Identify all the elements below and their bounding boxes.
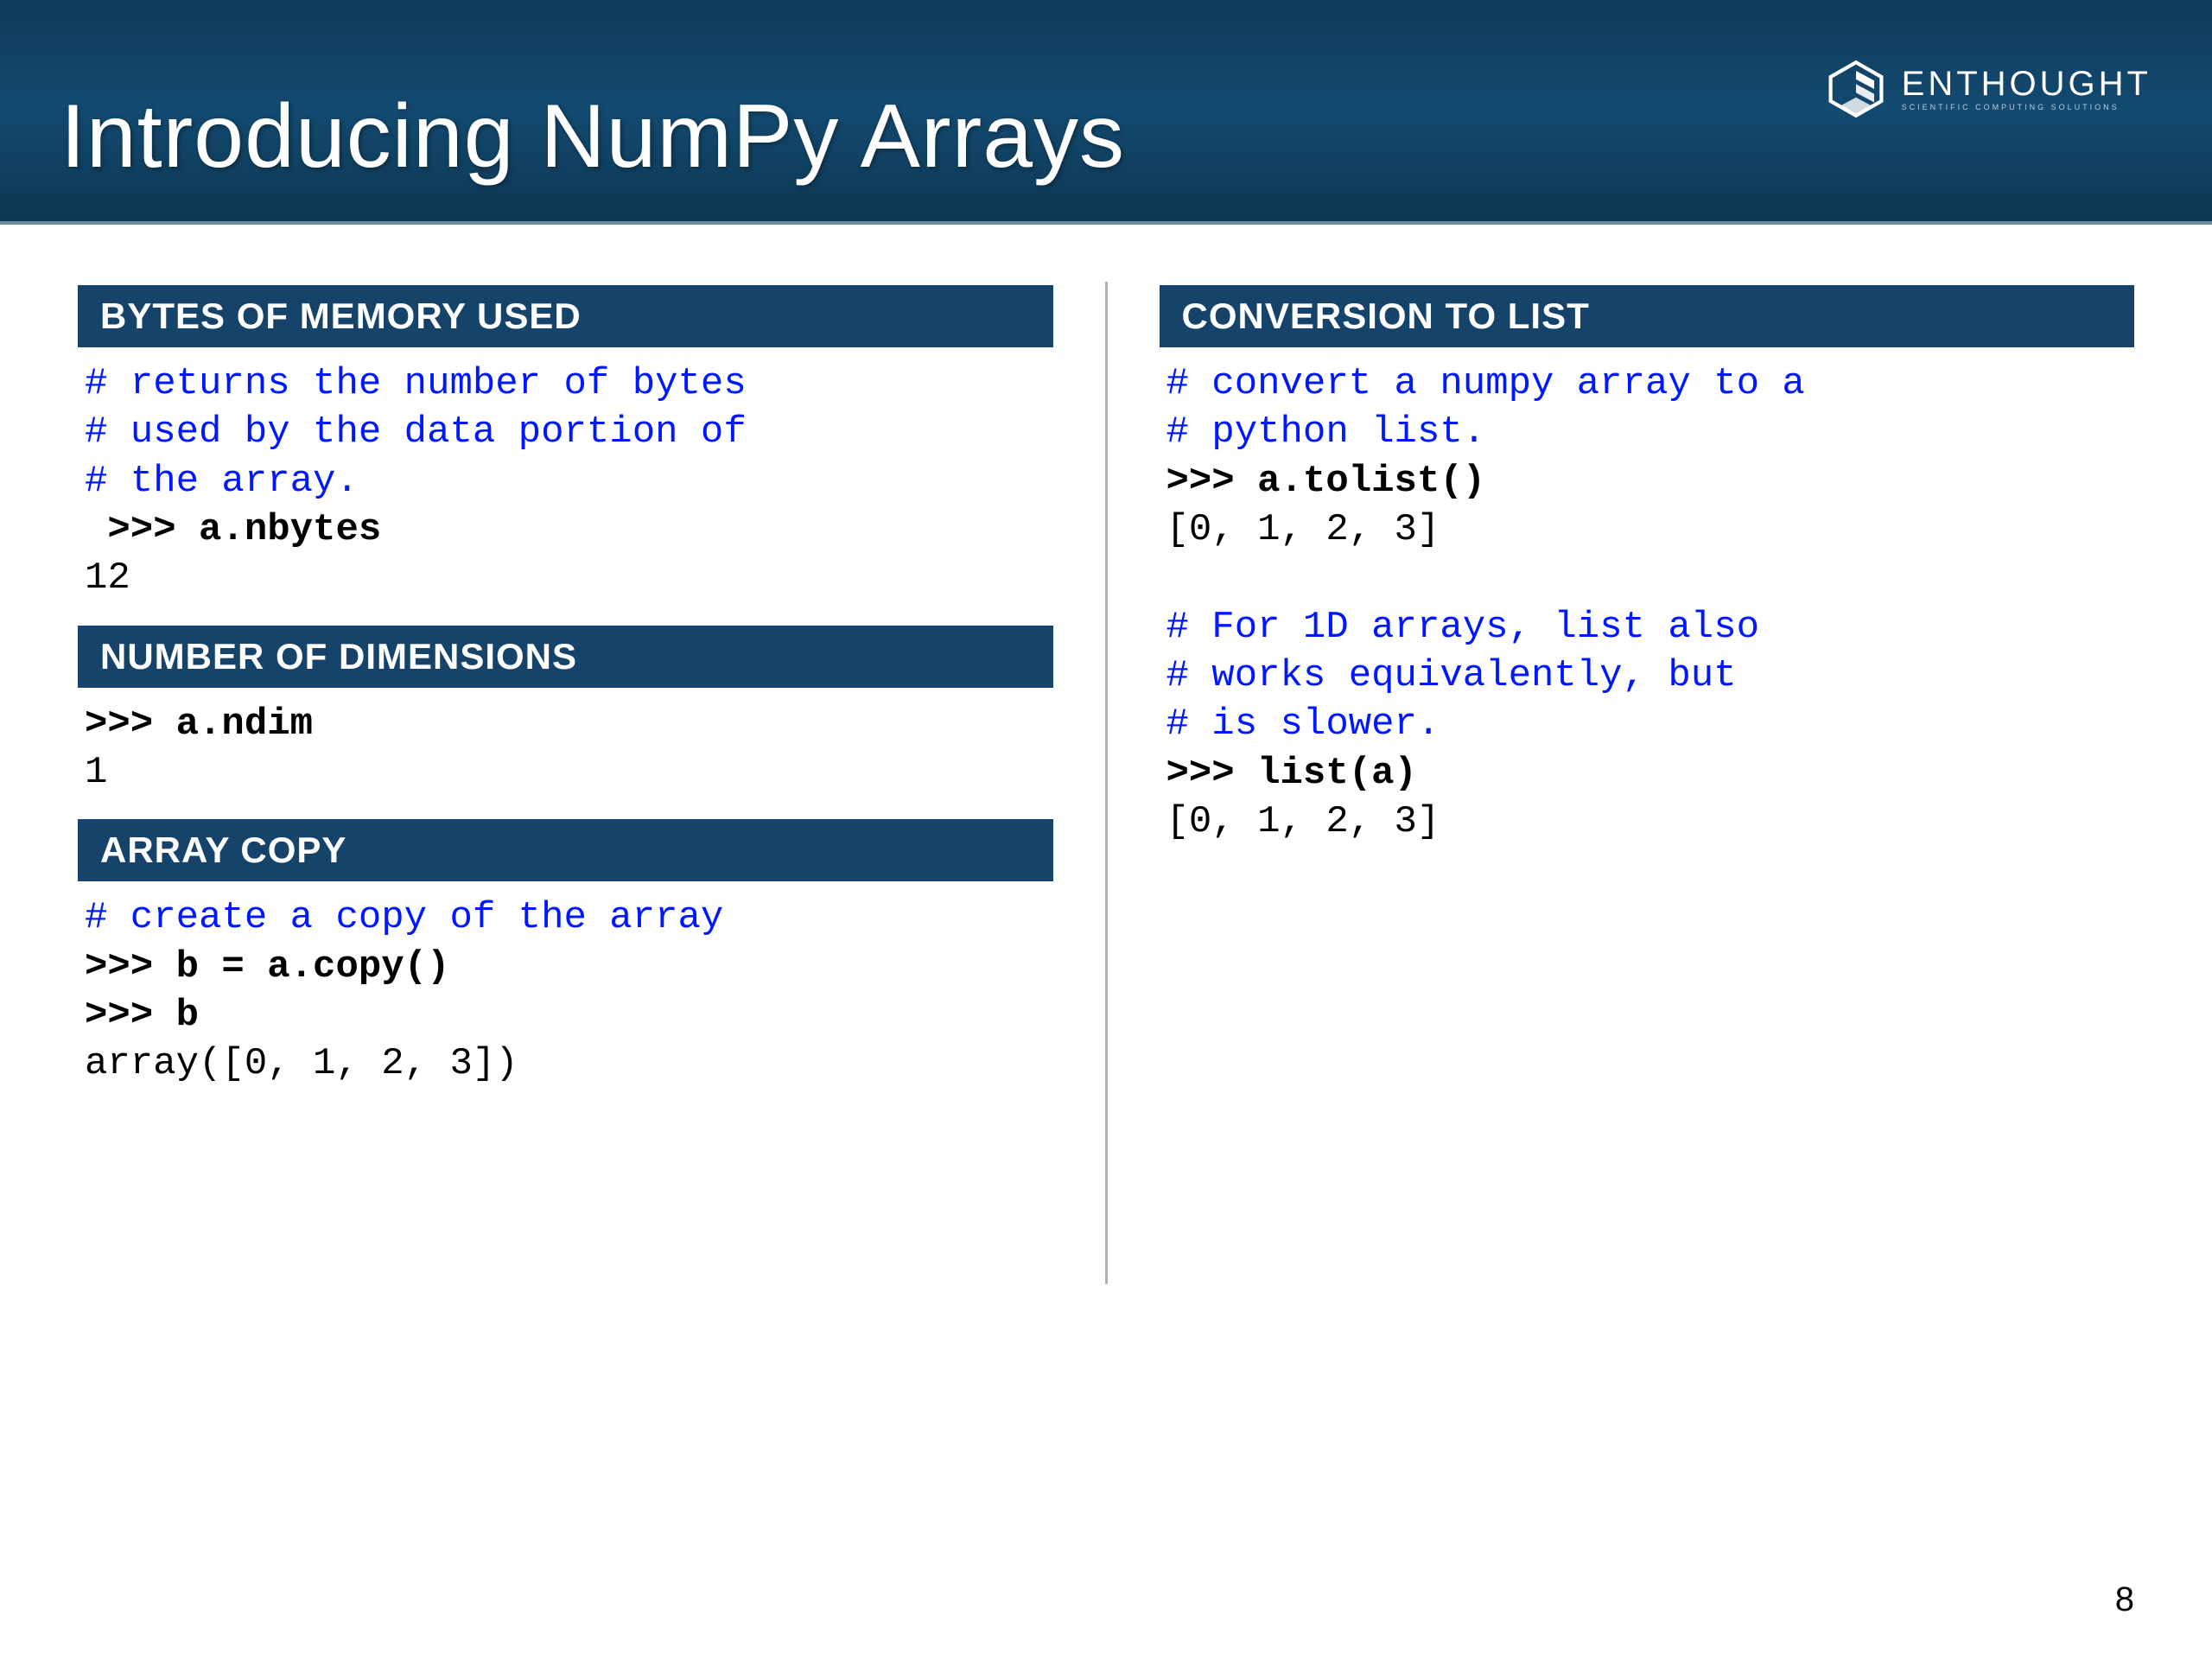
enthought-logo-icon: [1826, 59, 1886, 119]
code-comment: # the array.: [85, 460, 359, 503]
title-bar: Introducing NumPy Arrays ENTHOUGHT SCIEN…: [0, 0, 2212, 225]
code-comment: # For 1D arrays, list also: [1166, 606, 1760, 649]
code-output: [0, 1, 2, 3]: [1166, 508, 1440, 551]
code-block-ndim: >>> a.ndim 1: [78, 695, 1053, 820]
code-prompt: >>> a.tolist(): [1166, 460, 1486, 503]
code-output: array([0, 1, 2, 3]): [85, 1042, 518, 1085]
brand: ENTHOUGHT SCIENTIFIC COMPUTING SOLUTIONS: [1826, 59, 2152, 119]
slide-title: Introducing NumPy Arrays: [60, 86, 1125, 188]
code-prompt: >>> b: [85, 994, 199, 1037]
code-output: 12: [85, 556, 130, 600]
slide: Introducing NumPy Arrays ENTHOUGHT SCIEN…: [0, 0, 2212, 1659]
left-column: BYTES OF MEMORY USED # returns the numbe…: [78, 285, 1053, 1284]
code-comment: # python list.: [1166, 410, 1486, 454]
code-prompt: >>> a.nbytes: [85, 508, 381, 551]
brand-subtitle: SCIENTIFIC COMPUTING SOLUTIONS: [1902, 103, 2152, 111]
code-comment: # returns the number of bytes: [85, 362, 747, 405]
slide-body: BYTES OF MEMORY USED # returns the numbe…: [0, 225, 2212, 1284]
code-prompt: >>> a.ndim: [85, 702, 313, 746]
brand-text: ENTHOUGHT SCIENTIFIC COMPUTING SOLUTIONS: [1902, 67, 2152, 111]
brand-name: ENTHOUGHT: [1902, 67, 2152, 101]
code-comment: # works equivalently, but: [1166, 654, 1737, 697]
section-header-copy: ARRAY COPY: [78, 819, 1053, 881]
column-divider: [1105, 282, 1108, 1284]
section-header-ndim: NUMBER OF DIMENSIONS: [78, 626, 1053, 688]
section-header-bytes: BYTES OF MEMORY USED: [78, 285, 1053, 347]
code-block-tolist: # convert a numpy array to a # python li…: [1160, 354, 2135, 868]
code-comment: # convert a numpy array to a: [1166, 362, 1805, 405]
right-column: CONVERSION TO LIST # convert a numpy arr…: [1160, 285, 2135, 1284]
code-prompt: >>> b = a.copy(): [85, 945, 449, 988]
code-output: 1: [85, 751, 107, 794]
code-block-copy: # create a copy of the array >>> b = a.c…: [78, 888, 1053, 1110]
code-comment: # is slower.: [1166, 702, 1440, 746]
page-number: 8: [2115, 1580, 2134, 1619]
code-output: [0, 1, 2, 3]: [1166, 800, 1440, 843]
code-comment: # create a copy of the array: [85, 896, 723, 939]
code-comment: # used by the data portion of: [85, 410, 747, 454]
code-prompt: >>> list(a): [1166, 752, 1417, 795]
section-header-tolist: CONVERSION TO LIST: [1160, 285, 2135, 347]
code-block-bytes: # returns the number of bytes # used by …: [78, 354, 1053, 626]
